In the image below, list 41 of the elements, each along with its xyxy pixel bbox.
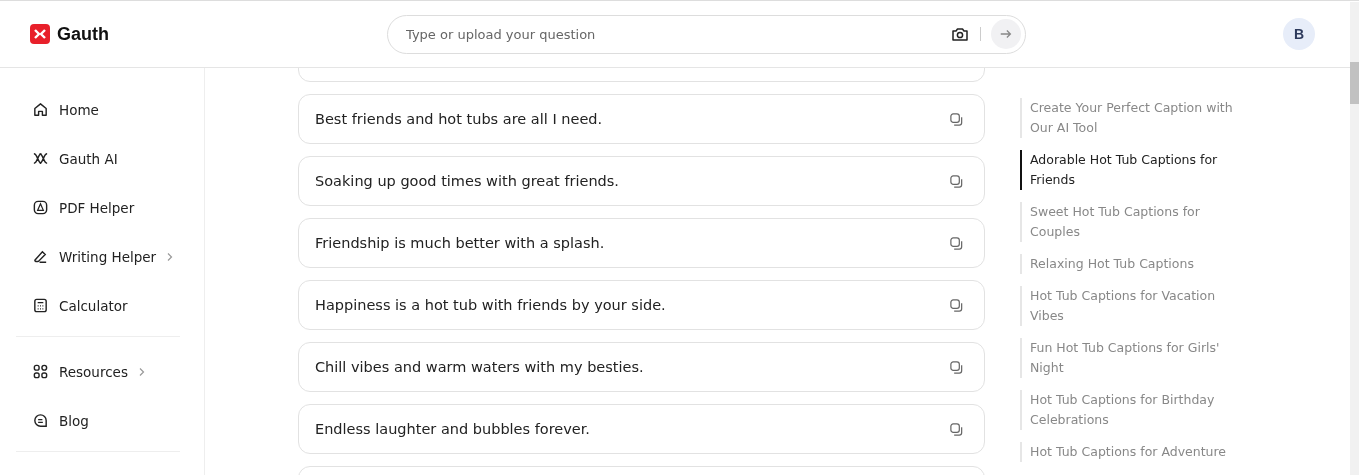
caption-text: Best friends and hot tubs are all I need.: [315, 111, 604, 127]
toc-link[interactable]: Sweet Hot Tub Captions for Couples: [1020, 202, 1248, 242]
sidebar-item[interactable]: Home: [16, 85, 180, 134]
sidebar-item[interactable]: Writing Helper: [16, 232, 180, 281]
caption-text: Happiness is a hot tub with friends by your side.: [315, 297, 667, 313]
sidebar-item[interactable]: PDF Helper: [16, 183, 180, 232]
scrollbar[interactable]: [1350, 2, 1359, 475]
caption-text: Friendship is much better with a splash.: [315, 235, 606, 251]
home-icon: [32, 101, 49, 118]
toc-link[interactable]: Hot Tub Captions for Vacation Vibes: [1020, 286, 1248, 326]
copy-icon[interactable]: [949, 359, 964, 375]
copy-icon[interactable]: [949, 421, 964, 437]
sidebar-item[interactable]: Resources: [16, 347, 180, 396]
grid-icon: [32, 363, 49, 380]
sidebar-item[interactable]: Calculator: [16, 281, 180, 330]
caption-text: Endless laughter and bubbles forever.: [315, 421, 591, 437]
copy-icon[interactable]: [949, 235, 964, 251]
calc-icon: [32, 297, 49, 314]
toc-link[interactable]: Hot Tub Captions for Birthday Celebrations: [1020, 390, 1248, 430]
toc-link[interactable]: Adorable Hot Tub Captions for Friends: [1020, 150, 1248, 190]
toc-link[interactable]: Create Your Perfect Caption with Our AI Tool: [1020, 98, 1248, 138]
send-button[interactable]: [991, 19, 1021, 49]
sidebar-item[interactable]: Blog: [16, 396, 180, 445]
pen-icon: [32, 248, 49, 265]
caption-text: Chill vibes and warm waters with my besties.: [315, 359, 645, 375]
camera-icon[interactable]: [951, 25, 969, 43]
logo-icon: [30, 24, 50, 44]
toc-link[interactable]: Relaxing Hot Tub Captions: [1020, 254, 1248, 274]
pdf-icon: [32, 199, 49, 216]
sidebar-item[interactable]: Gauth AI: [16, 134, 180, 183]
caption-text: Soaking up good times with great friends.: [315, 173, 620, 189]
blog-icon: [32, 412, 49, 429]
avatar[interactable]: B: [1283, 18, 1315, 50]
copy-icon[interactable]: [949, 111, 964, 127]
arrow-icon: [999, 27, 1013, 41]
copy-icon[interactable]: [949, 173, 964, 189]
toc-link[interactable]: Fun Hot Tub Captions for Girls' Night: [1020, 338, 1248, 378]
copy-icon[interactable]: [949, 297, 964, 313]
toc-link[interactable]: Hot Tub Captions for Adventure: [1020, 442, 1248, 462]
logo-text[interactable]: Gauth: [57, 23, 109, 45]
search-field[interactable]: Type or upload your question: [404, 25, 951, 43]
